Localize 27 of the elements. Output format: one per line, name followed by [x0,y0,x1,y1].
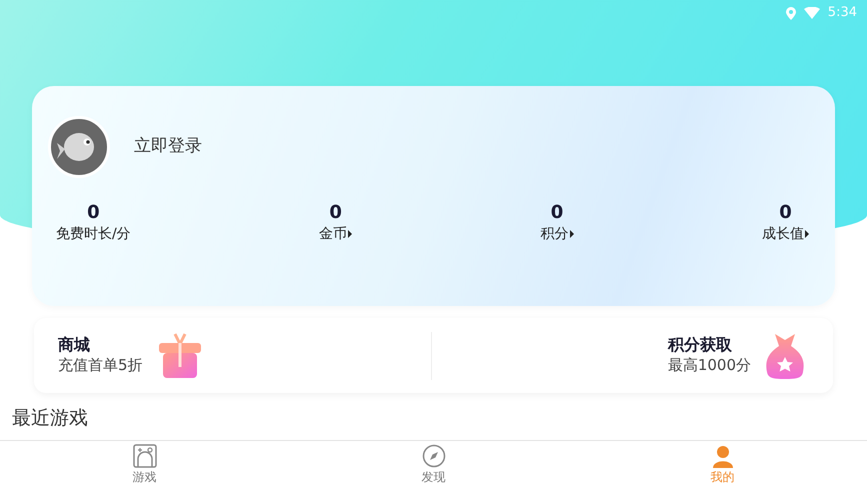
compass-icon [422,444,446,468]
promo-title[interactable]: 积分获取 [668,335,751,356]
stat-label[interactable]: 金币 [319,224,352,245]
stat-label: 免费时长/分 [56,224,131,244]
nav-tab[interactable]: 发现 [289,441,578,488]
promo-title[interactable]: 商城 [58,335,143,356]
person-icon [710,444,734,468]
wifi-icon [804,7,820,19]
promo-subtitle: 充值首单5折 [58,356,143,376]
nav-tab[interactable]: 游戏 [0,441,289,488]
section-title: 最近游戏 [12,407,89,430]
promo-subtitle: 最高1000分 [668,356,751,376]
caret-icon [348,230,352,238]
caret-icon [570,230,574,238]
game-icon [132,444,156,468]
gift-icon [156,332,203,380]
stat-label[interactable]: 积分 [540,224,574,245]
clock-time: 5:34 [828,4,857,22]
stat-value: 0 [550,202,564,224]
location-icon [786,6,796,20]
stat-value: 0 [779,202,792,224]
login-link[interactable]: 立即登录 [134,134,202,160]
stat-label[interactable]: 成长值 [762,224,809,245]
caret-icon [804,230,809,238]
stat-value: 0 [329,202,342,224]
money-bag-icon [765,332,805,380]
stat-value: 0 [87,202,100,224]
